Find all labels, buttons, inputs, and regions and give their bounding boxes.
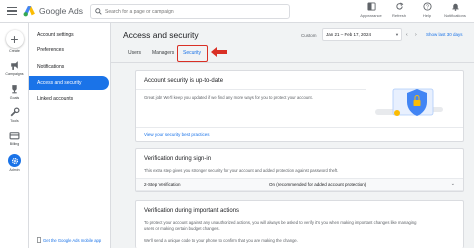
- svg-text:?: ?: [426, 4, 429, 10]
- mobile-app-link-label: Get the Google Ads mobile app: [43, 237, 102, 243]
- page-title: Access and security: [123, 30, 199, 40]
- left-nav: + Create Campaigns Goals Tools Billing A…: [0, 23, 29, 248]
- card-divider: [136, 127, 463, 128]
- nav-goals[interactable]: Goals: [0, 84, 29, 100]
- gear-icon: [8, 154, 21, 167]
- verification-sign-in-text: This extra step gives you stronger secur…: [144, 168, 339, 173]
- top-bar: Google Ads Appearance Refresh ? Help Not…: [0, 0, 474, 23]
- chevron-down-icon[interactable]: ⌄: [451, 181, 455, 187]
- tab-managers[interactable]: Managers: [152, 45, 174, 61]
- card-divider: [136, 89, 366, 90]
- show-last-30-days-link[interactable]: Show last 30 days: [426, 32, 463, 37]
- mobile-app-link[interactable]: Get the Google Ads mobile app: [37, 237, 101, 243]
- search-input[interactable]: [105, 8, 275, 15]
- nav-tools[interactable]: Tools: [0, 107, 29, 123]
- appearance-button[interactable]: Appearance: [358, 2, 384, 18]
- refresh-button[interactable]: Refresh: [386, 2, 412, 18]
- help-button[interactable]: ? Help: [414, 2, 440, 18]
- brand-name: Google Ads: [39, 6, 83, 16]
- arrow-left-icon: [211, 47, 227, 57]
- verification-important-actions-title: Verification during important actions: [144, 208, 240, 214]
- help-icon: ?: [422, 2, 432, 11]
- verification-important-actions-text-2: users or making certain budget changes.: [144, 226, 220, 231]
- appearance-label: Appearance: [360, 13, 382, 18]
- trophy-icon: [12, 85, 17, 94]
- nav-campaigns[interactable]: Campaigns: [0, 60, 29, 76]
- search-icon: [95, 8, 102, 15]
- search-box[interactable]: [90, 4, 290, 19]
- chevron-right-icon[interactable]: ›: [415, 32, 417, 38]
- date-custom-label: Custom: [301, 33, 317, 38]
- wrench-icon: [10, 107, 20, 117]
- plus-icon: +: [5, 30, 24, 48]
- two-step-verification-value: On (recommended for added account protec…: [269, 182, 367, 187]
- verification-sign-in-card: Verification during sign-in This extra s…: [135, 148, 464, 192]
- nav-billing[interactable]: Billing: [0, 130, 29, 146]
- tabs-divider: [111, 62, 474, 63]
- date-range-value: Jan 21 – Feb 17, 2024: [326, 32, 372, 37]
- two-step-verification-row[interactable]: 2-Step Verification On (recommended for …: [136, 178, 463, 191]
- refresh-label: Refresh: [391, 13, 406, 18]
- security-shield-illustration: [375, 88, 443, 116]
- subnav-preferences[interactable]: Preferences: [29, 43, 111, 57]
- top-actions: Appearance Refresh ? Help Notifications: [358, 2, 468, 18]
- refresh-icon: [395, 2, 403, 10]
- date-range-dropdown[interactable]: Jan 21 – Feb 17, 2024 ▼: [322, 28, 402, 41]
- tab-users[interactable]: Users: [128, 45, 141, 61]
- campaigns-icon: [11, 61, 18, 70]
- nav-create-label: Create: [9, 49, 20, 53]
- billing-icon: [9, 132, 20, 140]
- verification-important-actions-text-3: We'll send a unique code to your phone t…: [144, 238, 298, 243]
- bell-icon: [451, 3, 459, 11]
- admin-subnav: Account settings Preferences Notificatio…: [29, 23, 111, 248]
- help-label: Help: [422, 13, 432, 18]
- appearance-icon: [366, 2, 376, 11]
- subnav-access-and-security[interactable]: Access and security: [29, 76, 109, 90]
- notifications-label: Notifications: [444, 13, 466, 18]
- chevron-left-icon[interactable]: ‹: [406, 32, 408, 38]
- nav-tools-label: Tools: [10, 119, 19, 123]
- security-status-card: Account security is up-to-date Great job…: [135, 70, 464, 142]
- subnav-linked-accounts[interactable]: Linked accounts: [29, 92, 111, 106]
- security-status-title: Account security is up-to-date: [144, 78, 224, 84]
- verification-sign-in-title: Verification during sign-in: [144, 156, 212, 162]
- security-best-practices-link[interactable]: View your security best practices: [144, 132, 209, 137]
- subnav-notifications[interactable]: Notifications: [29, 60, 111, 74]
- nav-goals-label: Goals: [9, 96, 20, 100]
- chevron-down-icon: ▼: [395, 32, 399, 37]
- nav-billing-label: Billing: [9, 142, 20, 146]
- hamburger-menu-icon[interactable]: [7, 7, 17, 15]
- phone-icon: [37, 237, 41, 243]
- security-status-text: Great job! We'll keep you updated if we …: [144, 95, 313, 100]
- two-step-verification-label: 2-Step Verification: [144, 182, 181, 187]
- nav-create[interactable]: + Create: [0, 30, 29, 53]
- google-ads-logo: [23, 6, 35, 17]
- subnav-account-settings[interactable]: Account settings: [29, 28, 111, 42]
- nav-admin[interactable]: Admin: [0, 154, 29, 172]
- verification-important-actions-card: Verification during important actions To…: [135, 200, 464, 248]
- notifications-button[interactable]: Notifications: [442, 2, 468, 18]
- security-tab-highlight: [177, 45, 208, 62]
- nav-admin-label: Admin: [9, 168, 20, 172]
- nav-campaigns-label: Campaigns: [5, 72, 24, 76]
